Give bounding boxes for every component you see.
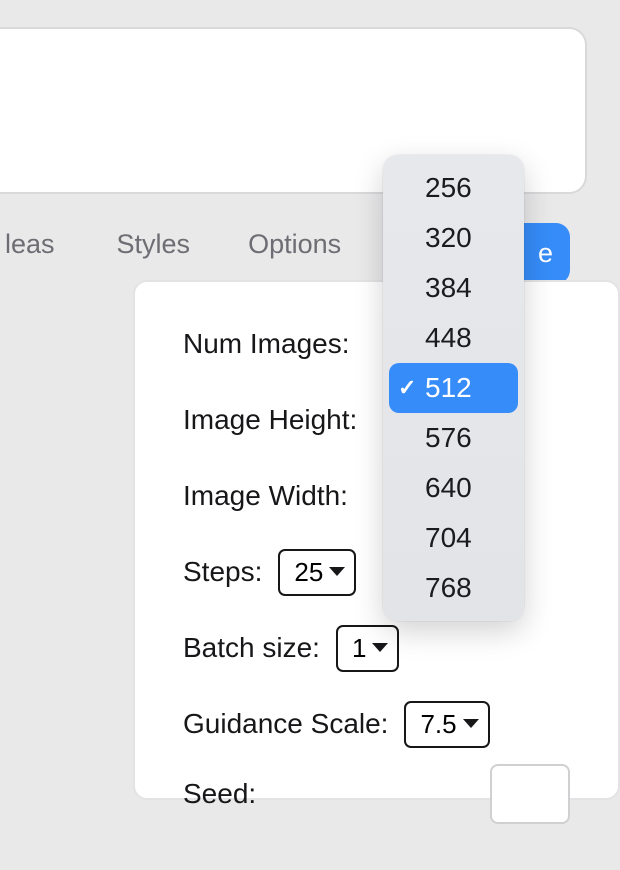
dropdown-item-512[interactable]: ✓ 512 bbox=[389, 363, 518, 413]
image-height-dropdown: 256 320 384 448 ✓ 512 576 640 704 768 bbox=[383, 155, 524, 621]
batch-size-value: 1 bbox=[352, 633, 366, 664]
guidance-scale-row: Guidance Scale: 7.5 bbox=[183, 700, 570, 748]
image-height-label: Image Height: bbox=[183, 404, 357, 436]
dropdown-item-label: 256 bbox=[425, 172, 472, 203]
chevron-down-icon bbox=[462, 718, 480, 730]
dropdown-item-label: 384 bbox=[425, 272, 472, 303]
dropdown-item-label: 704 bbox=[425, 522, 472, 553]
dropdown-item-768[interactable]: 768 bbox=[389, 563, 518, 613]
tab-options[interactable]: Options bbox=[238, 215, 351, 274]
dropdown-item-label: 448 bbox=[425, 322, 472, 353]
steps-label: Steps: bbox=[183, 556, 262, 588]
seed-input[interactable] bbox=[490, 764, 570, 824]
chevron-down-icon bbox=[371, 642, 389, 654]
check-icon: ✓ bbox=[398, 375, 416, 401]
dropdown-item-label: 320 bbox=[425, 222, 472, 253]
image-width-label: Image Width: bbox=[183, 480, 348, 512]
batch-size-select[interactable]: 1 bbox=[336, 625, 399, 672]
dropdown-item-label: 576 bbox=[425, 422, 472, 453]
dropdown-item-320[interactable]: 320 bbox=[389, 213, 518, 263]
seed-label: Seed: bbox=[183, 778, 256, 810]
steps-value: 25 bbox=[294, 557, 323, 588]
tabs-row: leas Styles Options e bbox=[0, 213, 620, 275]
generate-button-label: e bbox=[538, 238, 553, 269]
seed-row: Seed: bbox=[183, 770, 570, 818]
tab-styles[interactable]: Styles bbox=[107, 215, 201, 274]
guidance-scale-label: Guidance Scale: bbox=[183, 708, 388, 740]
dropdown-item-640[interactable]: 640 bbox=[389, 463, 518, 513]
tab-ideas[interactable]: leas bbox=[0, 215, 65, 274]
dropdown-item-576[interactable]: 576 bbox=[389, 413, 518, 463]
dropdown-item-label: 768 bbox=[425, 572, 472, 603]
dropdown-item-384[interactable]: 384 bbox=[389, 263, 518, 313]
guidance-scale-select[interactable]: 7.5 bbox=[404, 701, 489, 748]
num-images-label: Num Images: bbox=[183, 328, 350, 360]
dropdown-item-256[interactable]: 256 bbox=[389, 163, 518, 213]
chevron-down-icon bbox=[328, 566, 346, 578]
dropdown-item-label: 512 bbox=[425, 372, 472, 403]
dropdown-item-704[interactable]: 704 bbox=[389, 513, 518, 563]
options-panel: Num Images: Image Height: Image Width: S… bbox=[133, 280, 620, 800]
steps-select[interactable]: 25 bbox=[278, 549, 356, 596]
batch-size-row: Batch size: 1 bbox=[183, 624, 570, 672]
dropdown-item-label: 640 bbox=[425, 472, 472, 503]
dropdown-item-448[interactable]: 448 bbox=[389, 313, 518, 363]
guidance-scale-value: 7.5 bbox=[420, 709, 456, 740]
batch-size-label: Batch size: bbox=[183, 632, 320, 664]
